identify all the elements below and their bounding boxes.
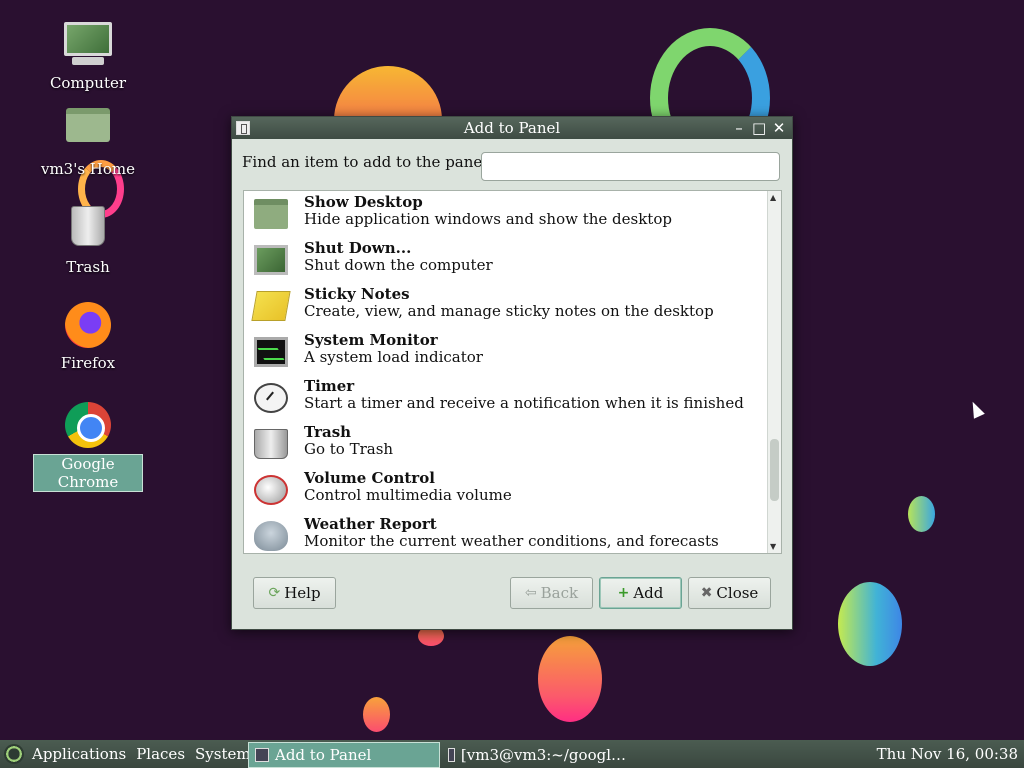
terminal-icon <box>448 748 455 762</box>
scroll-up-icon[interactable]: ▲ <box>770 193 776 202</box>
firefox-icon <box>63 302 113 350</box>
list-item[interactable]: Trash Go to Trash <box>244 421 781 467</box>
places-menu[interactable]: Places <box>134 745 187 763</box>
item-desc: Shut down the computer <box>304 256 493 274</box>
back-arrow-icon: ⇦ <box>524 585 537 601</box>
window-menu-icon[interactable] <box>236 121 250 135</box>
scroll-down-icon[interactable]: ▼ <box>770 542 776 551</box>
home-folder-icon <box>63 108 113 156</box>
minimize-icon[interactable]: – <box>732 117 746 139</box>
desktop-icon-label: Google Chrome <box>33 454 143 492</box>
task-label: Add to Panel <box>275 746 372 764</box>
item-name: System Monitor <box>304 331 438 349</box>
mouse-pointer-icon <box>967 399 985 419</box>
chrome-icon <box>63 402 113 450</box>
add-button[interactable]: + Add <box>599 577 682 609</box>
task-label: [vm3@vm3:~/googl… <box>460 746 626 764</box>
list-item[interactable]: Weather Report Monitor the current weath… <box>244 513 781 553</box>
window-icon <box>255 748 269 762</box>
back-button[interactable]: ⇦ Back <box>510 577 593 609</box>
desktop-icon-label: Firefox <box>60 354 116 372</box>
find-label: Find an item to add to the panel: <box>242 153 493 171</box>
wallpaper-shape <box>908 496 935 532</box>
desktop-icon-chrome[interactable]: Google Chrome <box>33 402 143 492</box>
close-icon[interactable]: ✕ <box>772 117 786 139</box>
close-button[interactable]: ✖ Close <box>688 577 771 609</box>
add-button-label: Add <box>633 584 664 602</box>
item-desc: Start a timer and receive a notification… <box>304 394 744 412</box>
dialog-title: Add to Panel <box>463 119 561 137</box>
help-button-label: Help <box>284 584 321 602</box>
scrollbar-thumb[interactable] <box>770 439 779 501</box>
add-to-panel-dialog: Add to Panel – □ ✕ Find an item to add t… <box>231 116 793 630</box>
timer-icon <box>254 383 288 413</box>
item-desc: Go to Trash <box>304 440 394 458</box>
desktop-icon-label: Trash <box>66 258 110 276</box>
applications-menu[interactable]: Applications <box>30 745 128 763</box>
item-name: Volume Control <box>304 469 435 487</box>
list-item[interactable]: Show Desktop Hide application windows an… <box>244 191 781 237</box>
clock[interactable]: Thu Nov 16, 00:38 <box>877 745 1018 763</box>
item-desc: A system load indicator <box>304 348 483 366</box>
system-monitor-icon <box>254 337 288 367</box>
wallpaper-shape <box>538 636 602 722</box>
wallpaper-shape <box>363 697 390 732</box>
help-button[interactable]: ⟳ Help <box>253 577 336 609</box>
taskbar-task-add-to-panel[interactable]: Add to Panel <box>248 742 440 768</box>
close-button-label: Close <box>716 584 759 602</box>
list-scrollbar[interactable]: ▲ ▼ <box>767 191 781 553</box>
list-item[interactable]: Volume Control Control multimedia volume <box>244 467 781 513</box>
system-menu[interactable]: System <box>193 745 253 763</box>
desktop-icon-label: Computer <box>49 74 127 92</box>
item-desc: Control multimedia volume <box>304 486 512 504</box>
mate-logo-icon[interactable] <box>4 744 24 764</box>
weather-icon <box>254 521 288 551</box>
help-icon: ⟳ <box>268 585 281 601</box>
item-name: Trash <box>304 423 352 441</box>
trash-icon <box>63 206 113 254</box>
wallpaper-shape <box>838 582 902 666</box>
applet-list[interactable]: Show Desktop Hide application windows an… <box>243 190 782 554</box>
back-button-label: Back <box>540 584 579 602</box>
maximize-icon[interactable]: □ <box>752 117 766 139</box>
find-input[interactable] <box>481 152 780 181</box>
item-name: Timer <box>304 377 355 395</box>
sticky-notes-icon <box>251 291 291 321</box>
list-item[interactable]: Timer Start a timer and receive a notifi… <box>244 375 781 421</box>
volume-icon <box>254 475 288 505</box>
close-x-icon: ✖ <box>700 585 713 601</box>
list-item[interactable]: Sticky Notes Create, view, and manage st… <box>244 283 781 329</box>
show-desktop-icon <box>254 199 288 229</box>
item-desc: Create, view, and manage sticky notes on… <box>304 302 714 320</box>
dialog-titlebar[interactable]: Add to Panel – □ ✕ <box>232 117 792 139</box>
taskbar-task-terminal[interactable]: [vm3@vm3:~/googl… <box>442 742 632 768</box>
desktop-icon-label: vm3's Home <box>40 160 136 178</box>
desktop-icon-home[interactable]: vm3's Home <box>33 102 143 178</box>
list-item[interactable]: Shut Down... Shut down the computer <box>244 237 781 283</box>
desktop-icon-trash[interactable]: Trash <box>33 202 143 276</box>
item-name: Shut Down... <box>304 239 412 257</box>
computer-icon <box>63 22 113 70</box>
trash-icon <box>254 429 288 459</box>
list-item[interactable]: System Monitor A system load indicator <box>244 329 781 375</box>
item-desc: Monitor the current weather conditions, … <box>304 532 719 550</box>
plus-icon: + <box>617 585 630 601</box>
desktop-icon-firefox[interactable]: Firefox <box>33 302 143 372</box>
item-desc: Hide application windows and show the de… <box>304 210 672 228</box>
desktop-icon-computer[interactable]: Computer <box>33 22 143 92</box>
item-name: Sticky Notes <box>304 285 410 303</box>
shutdown-icon <box>254 245 288 275</box>
item-name: Show Desktop <box>304 193 423 211</box>
item-name: Weather Report <box>304 515 437 533</box>
bottom-panel: Applications Places System Add to Panel … <box>0 740 1024 768</box>
